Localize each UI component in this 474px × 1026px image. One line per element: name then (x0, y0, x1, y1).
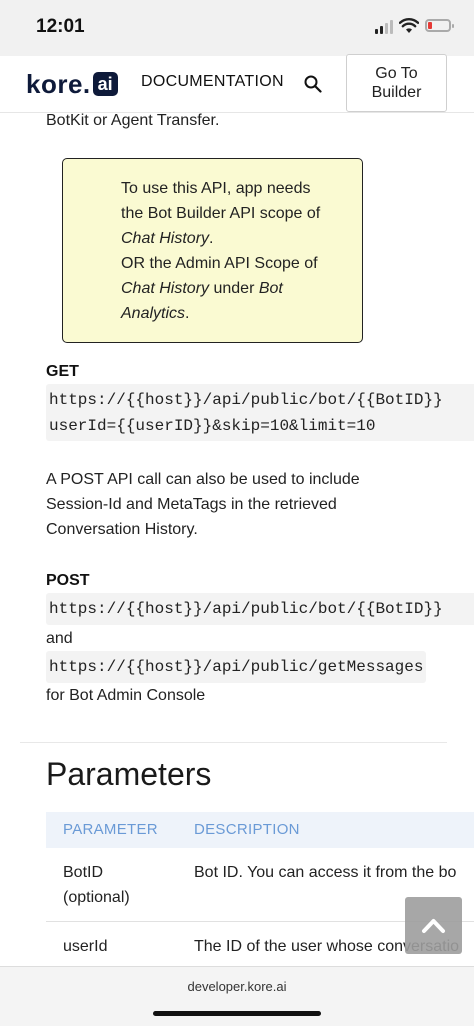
post-url-code: https://{{host}}/api/public/bot/{{BotID}… (46, 593, 474, 625)
note-period: . (209, 230, 214, 247)
note-period-2: . (185, 305, 190, 322)
note-line-4: OR the Admin API Scope of (121, 255, 318, 272)
admin-console-text: for Bot Admin Console (46, 687, 206, 704)
kore-logo[interactable]: kore. ai (26, 68, 118, 100)
post-desc-line-2: Session-Id and MetaTags in the retrieved (46, 496, 337, 513)
logo-text: kore (26, 68, 83, 99)
note-chat-history-2: Chat History (121, 280, 210, 297)
table-header: PARAMETER DESCRIPTION (46, 812, 474, 848)
site-header: kore. ai DOCUMENTATION Go To Builder (0, 54, 474, 112)
get-url-line-1: https://{{host}}/api/public/bot/{{BotID}… (49, 391, 443, 409)
note-line-1: To use this API, app needs (121, 180, 311, 197)
param-optional: (optional) (63, 889, 130, 906)
goto-line-2: Builder (371, 84, 422, 101)
note-line-5: Chat History under Bot (121, 276, 356, 301)
note-line-6: Analytics. (121, 301, 356, 326)
scroll-to-top-button[interactable] (405, 897, 462, 954)
and-text: and (46, 630, 73, 647)
scope-note: To use this API, app needs the Bot Build… (62, 158, 363, 343)
get-label: GET (46, 363, 79, 380)
col-description: DESCRIPTION (194, 821, 300, 838)
intro-text: BotKit or Agent Transfer. (46, 112, 220, 129)
browser-address-bar: developer.kore.ai (0, 966, 474, 1026)
param-description: Bot ID. You can access it from the bo (194, 864, 457, 881)
get-messages-code: https://{{host}}/api/public/getMessages (46, 651, 427, 683)
post-desc-line-3: Conversation History. (46, 521, 198, 538)
param-botid: BotID (63, 864, 104, 881)
home-indicator[interactable] (153, 1011, 321, 1016)
col-parameter: PARAMETER (63, 821, 158, 838)
status-bar: 12:01 (0, 0, 474, 56)
post-label: POST (46, 572, 90, 589)
status-time: 12:01 (36, 16, 85, 37)
post-description: A POST API call can also be used to incl… (46, 467, 360, 542)
chevron-up-icon (422, 919, 445, 933)
url-text[interactable]: developer.kore.ai (0, 979, 474, 994)
nav-documentation[interactable]: DOCUMENTATION (141, 73, 284, 91)
post-desc-line-1: A POST API call can also be used to incl… (46, 471, 360, 488)
goto-line-1: Go To (375, 65, 418, 82)
note-chat-history: Chat History (121, 230, 210, 247)
note-text: To use this API, app needs the Bot Build… (121, 176, 356, 326)
param-name: userId (63, 938, 108, 955)
param-name: BotID (optional) (63, 860, 130, 910)
logo-badge: ai (92, 72, 118, 96)
note-bot: Bot (258, 280, 283, 297)
note-line-2: the Bot Builder API scope of (121, 205, 321, 222)
note-under: under (209, 280, 259, 297)
section-divider (20, 742, 447, 743)
signal-icon (375, 20, 395, 34)
get-url-code: https://{{host}}/api/public/bot/{{BotID}… (46, 384, 474, 441)
get-url-line-2: userId={{userID}}&skip=10&limit=10 (49, 417, 376, 435)
note-line-3: Chat History. (121, 226, 356, 251)
wifi-icon (399, 18, 419, 33)
search-icon[interactable] (304, 75, 322, 93)
parameters-heading: Parameters (46, 756, 212, 792)
note-analytics: Analytics (121, 305, 186, 322)
battery-icon (425, 19, 454, 32)
go-to-builder-button[interactable]: Go To Builder (346, 54, 447, 112)
